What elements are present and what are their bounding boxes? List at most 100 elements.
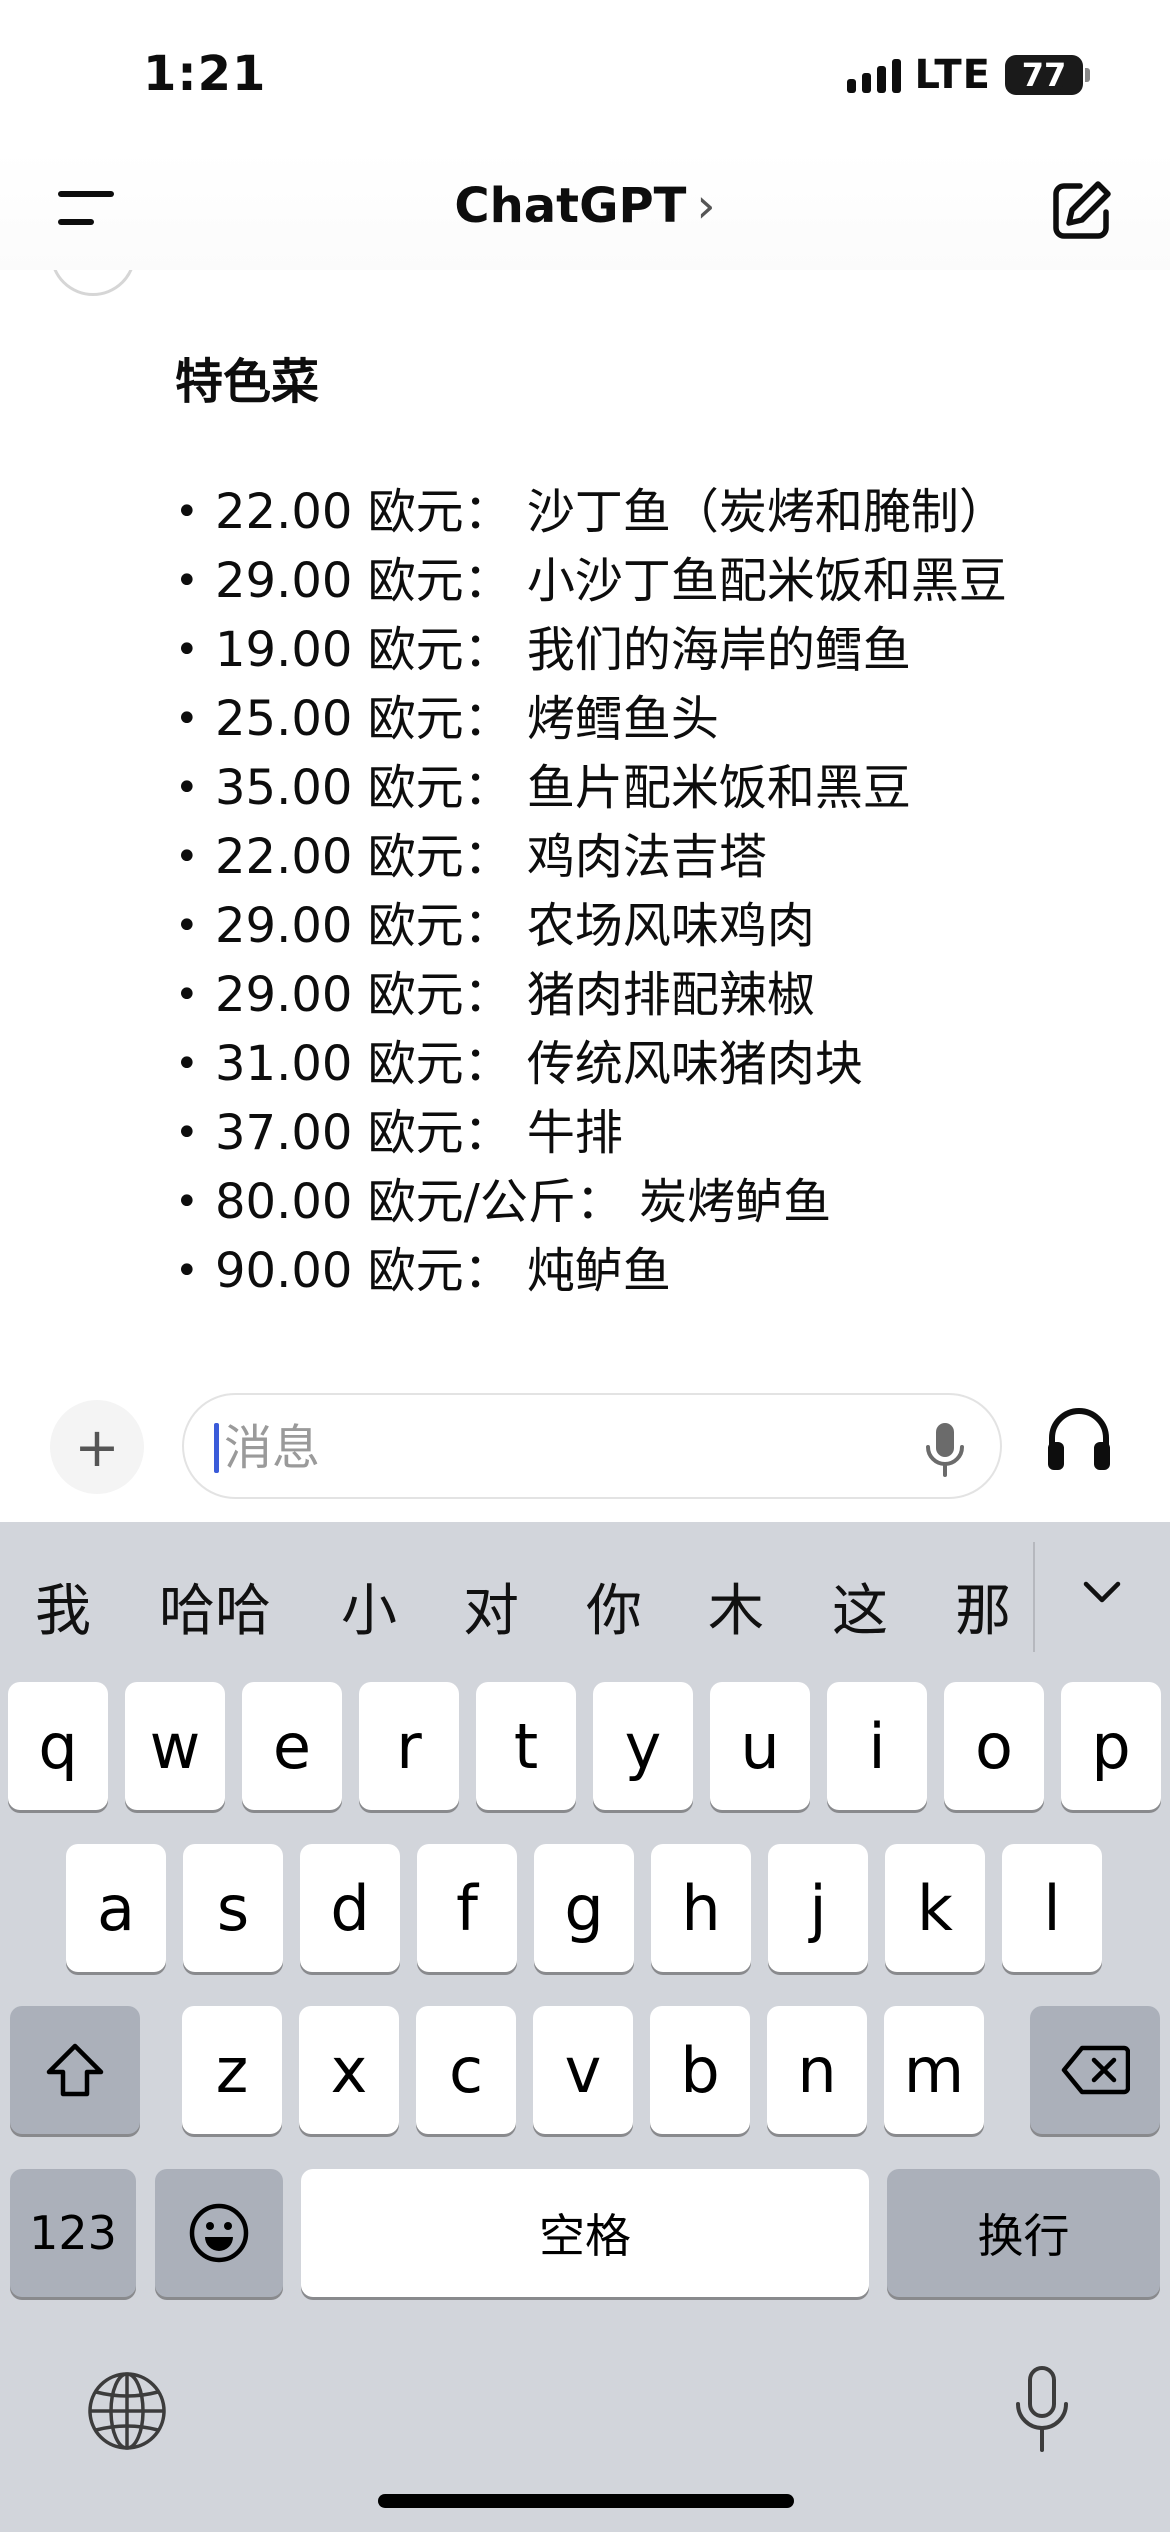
- menu-item-list: • 22.00 欧元： 沙丁鱼（炭烤和腌制） • 29.00 欧元： 小沙丁鱼配米饭和…: [175, 478, 1007, 1306]
- menu-item-text: 37.00 欧元： 牛排: [215, 1105, 623, 1161]
- message-input[interactable]: [224, 1413, 884, 1483]
- key-x[interactable]: x: [299, 2006, 399, 2134]
- key-z[interactable]: z: [182, 2006, 282, 2134]
- space-key-label: 空格: [539, 2209, 631, 2263]
- delete-key[interactable]: [1030, 2006, 1160, 2134]
- key-b[interactable]: b: [650, 2006, 750, 2134]
- key-p[interactable]: p: [1061, 1682, 1161, 1810]
- key-v[interactable]: v: [533, 2006, 633, 2134]
- candidate-word[interactable]: 这: [832, 1566, 888, 1647]
- key-j[interactable]: j: [768, 1844, 868, 1972]
- menu-item-text: 90.00 欧元： 炖鲈鱼: [215, 1243, 671, 1299]
- chevron-down-icon[interactable]: [1072, 1562, 1132, 1622]
- menu-item-text: 22.00 欧元： 沙丁鱼（炭烤和腌制）: [215, 484, 1007, 540]
- key-y[interactable]: y: [593, 1682, 693, 1810]
- globe-icon[interactable]: [86, 2370, 168, 2452]
- menu-item-text: 80.00 欧元/公斤： 炭烤鲈鱼: [215, 1174, 832, 1230]
- key-d[interactable]: d: [300, 1844, 400, 1972]
- compose-icon[interactable]: [1050, 178, 1114, 242]
- bullet: •: [175, 903, 199, 949]
- bullet: •: [175, 1248, 199, 1294]
- key-e[interactable]: e: [242, 1682, 342, 1810]
- menu-list-item: • 90.00 欧元： 炖鲈鱼: [175, 1237, 1007, 1306]
- page-title: ChatGPT: [454, 178, 687, 234]
- menu-list-item: • 37.00 欧元： 牛排: [175, 1099, 1007, 1168]
- candidate-word[interactable]: 木: [708, 1566, 764, 1647]
- network-label: LTE: [914, 52, 991, 98]
- signal-icon: [846, 57, 901, 93]
- status-bar: 1:21 LTE 77: [0, 0, 1170, 150]
- candidate-word[interactable]: 对: [463, 1566, 519, 1647]
- key-h[interactable]: h: [651, 1844, 751, 1972]
- bullet: •: [175, 696, 199, 742]
- status-indicators: LTE 77: [846, 52, 1090, 98]
- bullet: •: [175, 1041, 199, 1087]
- candidate-word[interactable]: 小: [341, 1566, 397, 1647]
- emoji-key[interactable]: [155, 2169, 283, 2297]
- message-box[interactable]: [182, 1393, 1002, 1499]
- numbers-key[interactable]: 123: [10, 2169, 136, 2297]
- add-attachment-button[interactable]: +: [50, 1400, 144, 1494]
- candidate-word[interactable]: 你: [586, 1566, 642, 1647]
- menu-list-item: • 22.00 欧元： 沙丁鱼（炭烤和腌制）: [175, 478, 1007, 547]
- candidate-word[interactable]: 哈哈: [159, 1566, 271, 1647]
- menu-item-text: 35.00 欧元： 鱼片配米饭和黑豆: [215, 760, 911, 816]
- menu-item-text: 19.00 欧元： 我们的海岸的鳕鱼: [215, 622, 911, 678]
- keyboard: 我哈哈小对你木这那 123 空格 换行 q w e r t y u i o p …: [0, 1522, 1170, 2532]
- menu-list-item: • 80.00 欧元/公斤： 炭烤鲈鱼: [175, 1168, 1007, 1237]
- key-r[interactable]: r: [359, 1682, 459, 1810]
- menu-list-item: • 29.00 欧元： 农场风味鸡肉: [175, 892, 1007, 961]
- battery-icon: 77: [1005, 55, 1090, 95]
- key-t[interactable]: t: [476, 1682, 576, 1810]
- menu-list-item: • 19.00 欧元： 我们的海岸的鳕鱼: [175, 616, 1007, 685]
- menu-list-item: • 29.00 欧元： 猪肉排配辣椒: [175, 961, 1007, 1030]
- key-s[interactable]: s: [183, 1844, 283, 1972]
- dictation-mic-icon[interactable]: [1010, 2364, 1074, 2456]
- candidate-word[interactable]: 我: [35, 1566, 91, 1647]
- key-w[interactable]: w: [125, 1682, 225, 1810]
- home-indicator: [378, 2494, 794, 2508]
- key-i[interactable]: i: [827, 1682, 927, 1810]
- bullet: •: [175, 558, 199, 604]
- assistant-avatar: [50, 270, 136, 296]
- key-u[interactable]: u: [710, 1682, 810, 1810]
- candidate-divider: [1033, 1542, 1035, 1652]
- key-f[interactable]: f: [417, 1844, 517, 1972]
- menu-list-item: • 25.00 欧元： 烤鳕鱼头: [175, 685, 1007, 754]
- key-q[interactable]: q: [8, 1682, 108, 1810]
- menu-list-item: • 22.00 欧元： 鸡肉法吉塔: [175, 823, 1007, 892]
- key-k[interactable]: k: [885, 1844, 985, 1972]
- bullet: •: [175, 489, 199, 535]
- bullet: •: [175, 972, 199, 1018]
- emoji-icon: [189, 2203, 249, 2263]
- key-m[interactable]: m: [884, 2006, 984, 2134]
- chevron-right-icon: ›: [696, 178, 716, 234]
- key-l[interactable]: l: [1002, 1844, 1102, 1972]
- return-key-label: 换行: [977, 2209, 1070, 2263]
- menu-item-text: 29.00 欧元： 农场风味鸡肉: [215, 898, 815, 954]
- candidate-word[interactable]: 那: [955, 1566, 1011, 1647]
- space-key[interactable]: 空格: [301, 2169, 869, 2297]
- menu-list-item: • 31.00 欧元： 传统风味猪肉块: [175, 1030, 1007, 1099]
- key-n[interactable]: n: [767, 2006, 867, 2134]
- headphones-icon[interactable]: [1044, 1404, 1114, 1474]
- bullet: •: [175, 765, 199, 811]
- key-g[interactable]: g: [534, 1844, 634, 1972]
- menu-item-text: 29.00 欧元： 猪肉排配辣椒: [215, 967, 815, 1023]
- chat-transcript[interactable]: 特色菜 • 22.00 欧元： 沙丁鱼（炭烤和腌制） • 29.00 欧元： 小沙丁鱼…: [0, 270, 1170, 1360]
- battery-level: 77: [1021, 56, 1067, 94]
- key-c[interactable]: c: [416, 2006, 516, 2134]
- bullet: •: [175, 627, 199, 673]
- numbers-key-label: 123: [29, 2206, 117, 2260]
- status-time: 1:21: [143, 46, 267, 102]
- bullet: •: [175, 834, 199, 880]
- microphone-icon[interactable]: [918, 1421, 972, 1479]
- return-key[interactable]: 换行: [887, 2169, 1160, 2297]
- bullet: •: [175, 1110, 199, 1156]
- delete-backward-icon: [1061, 2045, 1130, 2095]
- model-selector[interactable]: ChatGPT ›: [0, 178, 1170, 234]
- key-a[interactable]: a: [66, 1844, 166, 1972]
- shift-key[interactable]: [10, 2006, 140, 2134]
- key-o[interactable]: o: [944, 1682, 1044, 1810]
- menu-item-text: 22.00 欧元： 鸡肉法吉塔: [215, 829, 767, 885]
